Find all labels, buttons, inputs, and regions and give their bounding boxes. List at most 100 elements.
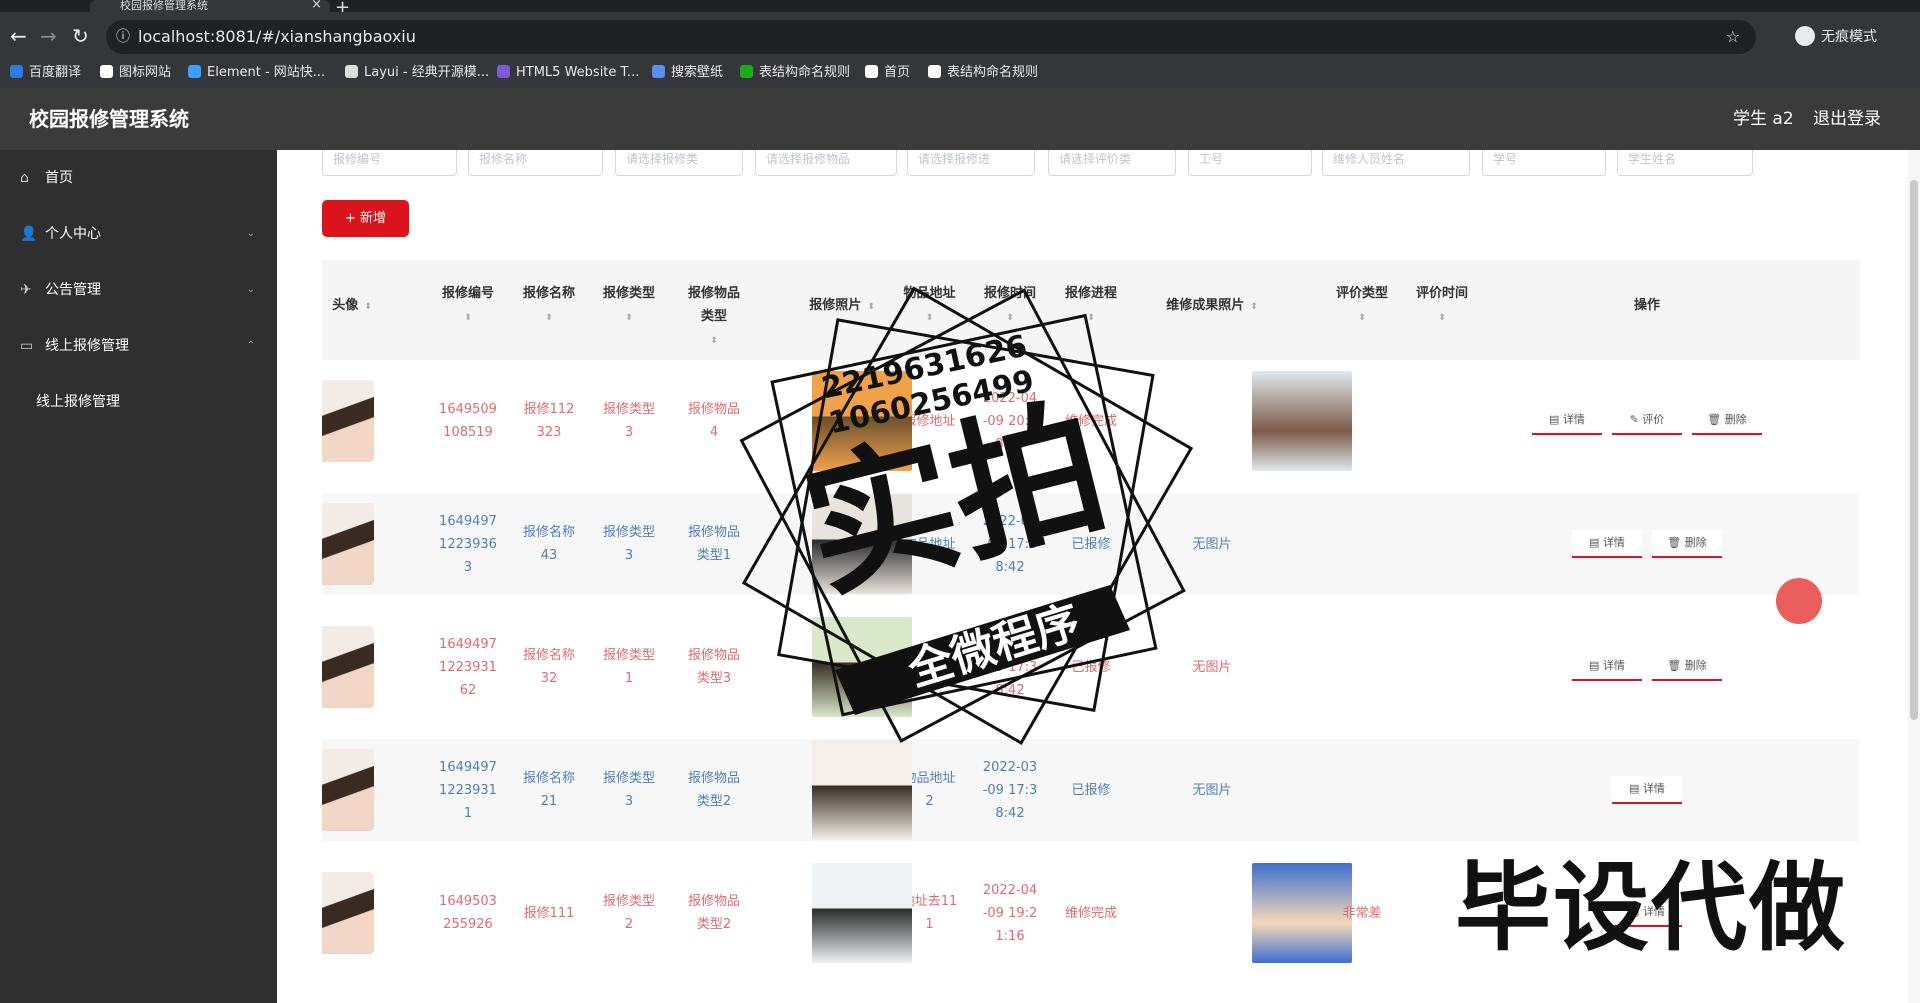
- search-field[interactable]: 请选择报修类: [615, 150, 743, 176]
- bookmark-favicon-icon: [10, 65, 23, 78]
- delete-icon: 🗑: [1667, 536, 1685, 549]
- detail-button[interactable]: ▤ 详情: [1572, 653, 1642, 681]
- status-badge: 维修完成: [1064, 905, 1117, 921]
- forward-icon[interactable]: →: [40, 24, 57, 48]
- sort-icon[interactable]: ⬍: [464, 313, 472, 323]
- sidebar: ⌂ 首页 👤 个人中心 ⌄ ✈ 公告管理 ⌄ ▭ 线上报修管理 ⌃ 线上报修管理: [0, 150, 277, 1003]
- bookmark-html5-template[interactable]: HTML5 Website T...: [497, 62, 639, 84]
- search-field[interactable]: 学生姓名: [1617, 150, 1753, 176]
- cell-text: 报修类型: [602, 525, 655, 540]
- bookmark-layui[interactable]: Layui - 经典开源模...: [345, 62, 489, 84]
- cell-text: 8:42: [995, 805, 1025, 821]
- scrollbar[interactable]: [1908, 150, 1920, 1003]
- scrollbar-thumb[interactable]: [1910, 180, 1918, 720]
- cell-repair-type: 报修类型 1: [589, 616, 669, 718]
- delete-button[interactable]: 🗑 删除: [1652, 653, 1722, 681]
- app-title: 校园报修管理系统: [29, 107, 189, 131]
- cell-text: 3: [463, 559, 473, 575]
- search-field[interactable]: 学号: [1482, 150, 1606, 176]
- incognito-label: 无痕模式: [1821, 29, 1877, 45]
- browser-tab-strip: 校园报修管理系统 × +: [0, 0, 1920, 18]
- bookmark-icon-site[interactable]: 图标网站: [100, 62, 171, 84]
- column-header-label-line2: 类型: [700, 309, 727, 324]
- cell-text: 255926: [443, 917, 493, 932]
- cell-text: 1649497: [439, 636, 497, 652]
- sort-icon[interactable]: ⬍: [364, 302, 372, 312]
- cell-text: 报修物品: [687, 402, 740, 417]
- repair-photo[interactable]: [812, 863, 912, 963]
- browser-tab[interactable]: 校园报修管理系统 ×: [90, 0, 330, 12]
- cell-repair-id: 1649509 108519: [427, 370, 509, 472]
- detail-button[interactable]: ▤ 详情: [1612, 776, 1682, 804]
- cell-text: 21: [540, 794, 558, 809]
- detail-button[interactable]: ▤ 详情: [1532, 407, 1602, 435]
- cell-text: 32: [540, 671, 558, 686]
- user-avatar: [322, 626, 374, 708]
- action-label: 删除: [1684, 659, 1707, 672]
- sort-icon[interactable]: ⬍: [1438, 313, 1446, 323]
- address-bar[interactable]: ⓘ localhost:8081/#/xianshangbaoxiu ☆: [106, 20, 1756, 54]
- sort-icon[interactable]: ⬍: [1358, 313, 1366, 323]
- bookmark-favicon-icon: [928, 65, 941, 78]
- search-field[interactable]: 报修编号: [322, 150, 457, 176]
- sort-icon[interactable]: ⬍: [625, 313, 633, 323]
- sort-icon[interactable]: ⬍: [710, 336, 718, 346]
- bookmark-home[interactable]: 首页: [865, 62, 910, 84]
- sidebar-item-announcements[interactable]: ✈ 公告管理 ⌄: [0, 262, 277, 318]
- column-header-eval-type[interactable]: 评价类型 ⬍: [1322, 260, 1402, 360]
- column-header-label: 操作: [1633, 298, 1660, 313]
- logout-button[interactable]: 退出登录: [1813, 88, 1881, 150]
- add-button[interactable]: + 新增: [322, 200, 409, 237]
- sort-icon[interactable]: ⬍: [1250, 302, 1258, 312]
- cell-repair-id: 1649503 255926: [427, 862, 509, 964]
- sidebar-item-home[interactable]: ⌂ 首页: [0, 150, 277, 206]
- bookmark-favicon-icon: [345, 65, 358, 78]
- sidebar-subitem-online-repair[interactable]: 线上报修管理: [0, 374, 277, 430]
- column-header-eval-time[interactable]: 评价时间 ⬍: [1402, 260, 1482, 360]
- column-header-repair-name[interactable]: 报修名称 ⬍: [509, 260, 589, 360]
- cell-text: 1223936: [439, 536, 497, 552]
- site-info-icon[interactable]: ⓘ: [116, 20, 130, 54]
- current-user[interactable]: 学生 a2: [1733, 88, 1794, 150]
- bookmark-baidu-translate[interactable]: 百度翻译: [10, 62, 81, 84]
- sidebar-item-online-repair[interactable]: ▭ 线上报修管理 ⌃: [0, 318, 277, 374]
- search-field[interactable]: 维修人员姓名: [1322, 150, 1470, 176]
- cell-text: 4: [709, 425, 719, 440]
- incognito-indicator[interactable]: 无痕模式: [1795, 24, 1877, 50]
- cell-text: 报修111: [523, 905, 575, 921]
- search-field[interactable]: 请选择报修物品: [755, 150, 897, 176]
- bookmark-favicon-icon: [497, 65, 510, 78]
- bookmark-wallpaper-search[interactable]: 搜索壁纸: [652, 62, 723, 84]
- cell-text: 报修类型: [602, 894, 655, 909]
- bookmark-favicon-icon: [865, 65, 878, 78]
- search-field[interactable]: 工号: [1188, 150, 1312, 176]
- column-header-label: 报修物品: [687, 286, 740, 301]
- reload-icon[interactable]: ↻: [72, 24, 89, 48]
- column-header-repair-type[interactable]: 报修类型 ⬍: [589, 260, 669, 360]
- bookmark-table-naming-rules-2[interactable]: 表结构命名规则: [928, 62, 1038, 84]
- evaluate-button[interactable]: ✎ 评价: [1612, 407, 1682, 435]
- detail-button[interactable]: ▤ 详情: [1572, 530, 1642, 558]
- delete-icon: 🗑: [1707, 413, 1725, 426]
- back-icon[interactable]: ←: [10, 24, 27, 48]
- cell-repair-name: 报修名称 43: [509, 493, 589, 595]
- cell-repair-name: 报修名称 21: [509, 739, 589, 841]
- column-header-label: 头像: [332, 298, 359, 313]
- delete-button[interactable]: 🗑 删除: [1652, 530, 1722, 558]
- cell-text: 3: [624, 548, 634, 563]
- search-field[interactable]: 请选择报修进: [907, 150, 1035, 176]
- app-header: 校园报修管理系统 学生 a2 退出登录: [0, 88, 1920, 150]
- bookmark-table-naming-rules[interactable]: 表结构命名规则: [740, 62, 850, 84]
- search-field[interactable]: 报修名称: [468, 150, 603, 176]
- tab-close-icon[interactable]: ×: [311, 0, 322, 11]
- sort-icon[interactable]: ⬍: [545, 313, 553, 323]
- bookmark-star-icon[interactable]: ☆: [1726, 20, 1740, 54]
- sidebar-item-personal-center[interactable]: 👤 个人中心 ⌄: [0, 206, 277, 262]
- column-header-avatar[interactable]: 头像 ⬍: [322, 260, 382, 360]
- cell-text: 1: [463, 805, 473, 821]
- user-avatar: [322, 503, 374, 585]
- delete-button[interactable]: 🗑 删除: [1692, 407, 1762, 435]
- search-field[interactable]: 请选择评价类: [1048, 150, 1176, 176]
- bookmark-element[interactable]: Element - 网站快...: [188, 62, 325, 84]
- column-header-repair-id[interactable]: 报修编号 ⬍: [427, 260, 509, 360]
